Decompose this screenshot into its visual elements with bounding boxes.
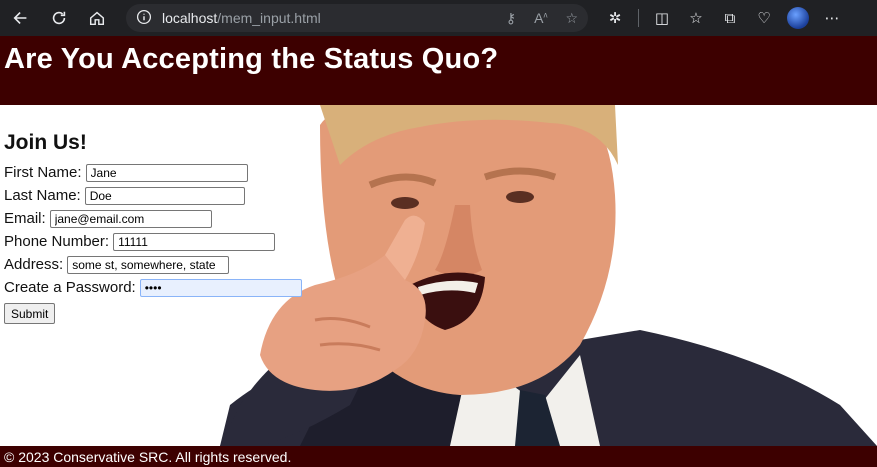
phone-row: Phone Number: bbox=[4, 230, 302, 253]
back-icon[interactable] bbox=[6, 3, 36, 33]
home-icon[interactable] bbox=[82, 3, 112, 33]
first-name-row: First Name: bbox=[4, 161, 302, 184]
last-name-row: Last Name: bbox=[4, 184, 302, 207]
submit-button[interactable]: Submit bbox=[4, 303, 56, 324]
page-footer: © 2023 Conservative SRC. All rights rese… bbox=[0, 446, 877, 467]
email-row: Email: bbox=[4, 207, 302, 230]
split-screen-icon[interactable]: ◫ bbox=[651, 7, 673, 29]
info-icon[interactable] bbox=[136, 9, 152, 28]
page-header: Are You Accepting the Status Quo? bbox=[0, 36, 877, 105]
signup-form: Join Us! First Name: Last Name: Email: P… bbox=[4, 131, 302, 324]
extensions-icon[interactable]: ✲ bbox=[604, 7, 626, 29]
health-icon[interactable]: ♡ bbox=[753, 7, 775, 29]
favorite-star-icon[interactable]: ☆ bbox=[565, 10, 578, 27]
last-name-input[interactable] bbox=[84, 186, 245, 205]
hero-image bbox=[220, 105, 877, 446]
key-icon[interactable]: ⚷ bbox=[506, 10, 516, 27]
refresh-icon[interactable] bbox=[44, 3, 74, 33]
password-input[interactable] bbox=[139, 278, 302, 297]
toolbar-divider bbox=[638, 9, 639, 27]
phone-input[interactable] bbox=[113, 232, 276, 251]
read-aloud-icon[interactable]: Aʌ bbox=[534, 10, 547, 26]
url-host: localhost bbox=[162, 10, 218, 26]
address-row: Address: bbox=[4, 253, 302, 276]
password-label: Create a Password: bbox=[4, 279, 136, 296]
copyright-text: © 2023 Conservative SRC. All rights rese… bbox=[4, 449, 292, 465]
last-name-label: Last Name: bbox=[4, 187, 81, 204]
first-name-input[interactable] bbox=[85, 163, 248, 182]
address-bar[interactable]: localhost/mem_input.html ⚷ Aʌ ☆ bbox=[126, 4, 588, 32]
first-name-label: First Name: bbox=[4, 164, 82, 181]
profile-avatar[interactable] bbox=[787, 7, 809, 29]
email-input[interactable] bbox=[49, 209, 212, 228]
password-row: Create a Password: bbox=[4, 276, 302, 299]
page-title: Are You Accepting the Status Quo? bbox=[4, 43, 499, 75]
email-label: Email: bbox=[4, 210, 46, 227]
url-path: /mem_input.html bbox=[217, 10, 321, 26]
browser-toolbar: localhost/mem_input.html ⚷ Aʌ ☆ ✲ ◫ ☆ ⧉ … bbox=[0, 0, 877, 36]
more-icon[interactable]: ⋯ bbox=[821, 7, 843, 29]
form-heading: Join Us! bbox=[4, 131, 87, 154]
phone-label: Phone Number: bbox=[4, 233, 110, 250]
address-label: Address: bbox=[4, 256, 64, 273]
address-input[interactable] bbox=[67, 255, 230, 274]
favorites-icon[interactable]: ☆ bbox=[685, 7, 707, 29]
collections-icon[interactable]: ⧉ bbox=[719, 7, 741, 29]
